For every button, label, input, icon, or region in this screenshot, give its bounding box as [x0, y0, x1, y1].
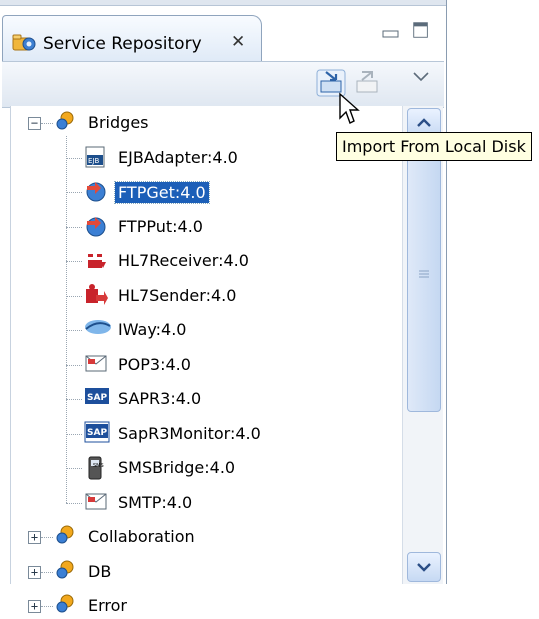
bridges-icon: [54, 524, 82, 550]
service-repository-view: Service Repository ✕ − Bridges EJB EJBAdapt…: [0, 0, 447, 615]
svg-text:SAP: SAP: [87, 428, 107, 438]
ftp-put-icon: [84, 214, 112, 240]
tree-item-label: Error: [88, 596, 127, 615]
minimize-icon[interactable]: [380, 24, 402, 44]
hl7-receiver-icon: [84, 248, 112, 274]
scroll-thumb[interactable]: [407, 140, 441, 412]
tree-connector: [66, 364, 82, 366]
tree-item-label: SapR3Monitor:4.0: [118, 423, 261, 443]
tree-item-label: Collaboration: [88, 527, 195, 546]
tree-item-label: SMTP:4.0: [118, 492, 193, 512]
view-top-edge: [0, 0, 446, 6]
tree-connector: [66, 502, 82, 504]
tree-connector: [66, 433, 82, 435]
tab-service-repository[interactable]: Service Repository ✕: [2, 15, 262, 62]
tree-connector: [66, 192, 82, 193]
tree-connector: [41, 606, 53, 607]
tree-connector: [66, 261, 82, 262]
expand-toggle[interactable]: +: [28, 600, 41, 613]
expand-toggle[interactable]: +: [28, 531, 41, 544]
tree-item-label: DB: [88, 561, 112, 581]
tree-connector: [41, 571, 53, 573]
bridges-icon: [54, 110, 82, 136]
tree-item-label: HL7Sender:4.0: [118, 285, 237, 305]
tree-item-label: SMSBridge:4.0: [118, 458, 236, 477]
tree-connector: [66, 226, 82, 228]
vertical-scrollbar[interactable]: [402, 106, 443, 584]
tree-item-label: HL7Receiver:4.0: [118, 251, 249, 270]
ftp-get-icon: [84, 179, 112, 205]
smtp-icon: [84, 490, 112, 516]
tree-item-label: IWay:4.0: [118, 320, 187, 339]
tree-item-label: POP3:4.0: [118, 354, 191, 374]
chevron-down-icon[interactable]: [412, 70, 430, 84]
tree-connector: [66, 330, 82, 331]
tree-connector: [66, 468, 82, 469]
close-icon[interactable]: ✕: [231, 32, 245, 52]
tree-connector: [66, 399, 82, 400]
tree-connector: [66, 136, 67, 503]
sap-monitor-icon: SAP: [84, 421, 112, 447]
tree-item-label: Bridges: [88, 113, 149, 132]
expand-toggle[interactable]: +: [28, 565, 41, 579]
sap-icon: SAP: [84, 386, 112, 412]
view-title: Service Repository: [43, 34, 202, 54]
hl7-sender-icon: [84, 283, 112, 309]
iway-icon: [84, 317, 112, 343]
grip-icon: [419, 270, 429, 278]
scroll-down-button[interactable]: [407, 552, 441, 582]
tree-connector: [41, 537, 53, 538]
repository-tree: [10, 106, 403, 584]
service-repository-icon: [12, 34, 36, 51]
chevron-down-icon: [417, 563, 431, 572]
tree-connector: [66, 295, 82, 297]
collapse-toggle[interactable]: −: [28, 117, 41, 130]
sms-icon: SMS: [84, 455, 112, 481]
bridges-icon: [54, 559, 82, 585]
mouse-pointer-icon: [339, 92, 360, 124]
tooltip-import: Import From Local Disk: [336, 132, 532, 161]
pop3-icon: [84, 352, 112, 378]
tree-connector: [41, 123, 53, 124]
svg-text:SAP: SAP: [87, 393, 107, 403]
ejb-icon: EJB: [84, 145, 112, 171]
svg-text:EJB: EJB: [88, 157, 99, 165]
bridges-icon: [54, 593, 82, 619]
maximize-icon[interactable]: [410, 20, 432, 40]
tree-item-label: EJBAdapter:4.0: [118, 147, 238, 167]
tree-item-label: FTPGet:4.0: [114, 181, 210, 204]
tree-item-label: FTPPut:4.0: [118, 216, 203, 236]
tree-connector: [66, 157, 82, 159]
svg-text:SMS: SMS: [93, 463, 104, 469]
tree-item-label: SAPR3:4.0: [118, 389, 202, 408]
